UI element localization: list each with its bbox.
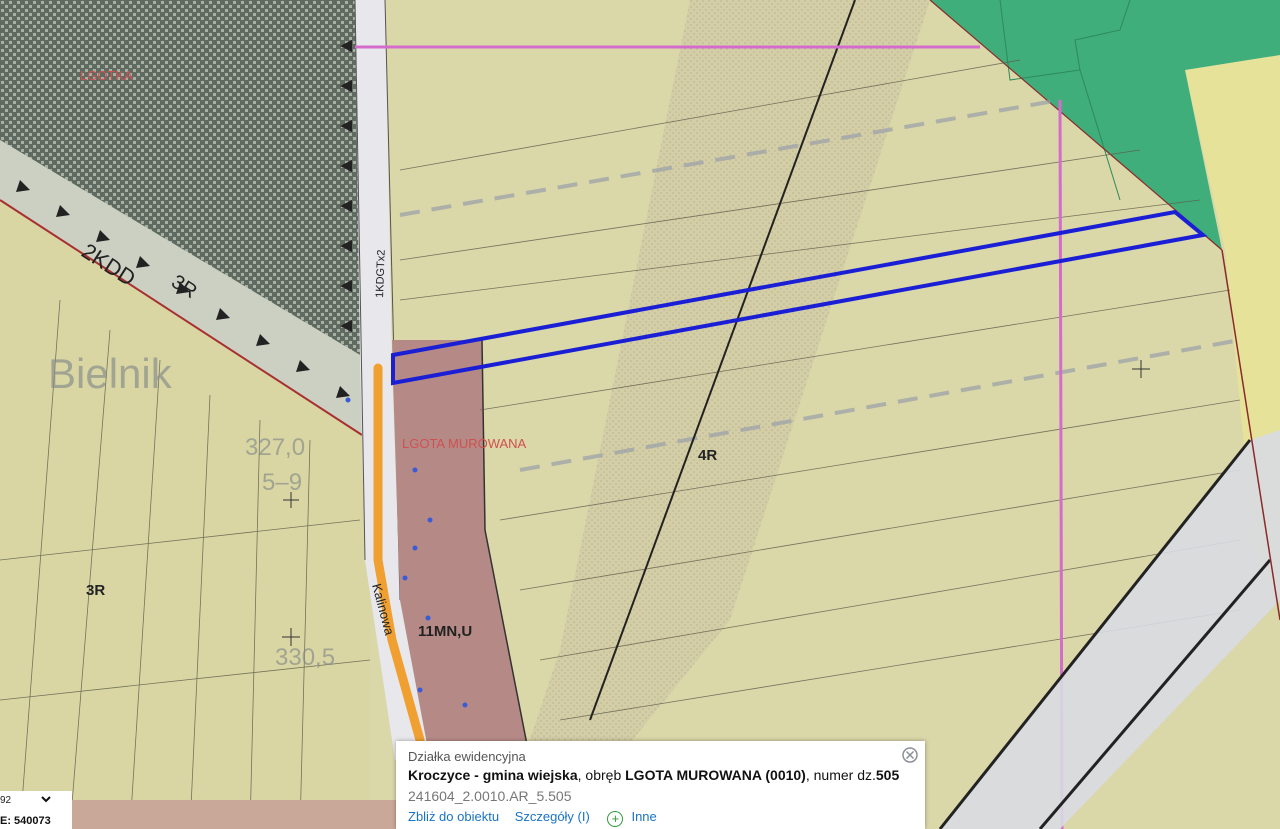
label-lgota-murowana: LGOTA MUROWANA — [402, 436, 527, 451]
precinct-prefix: , obręb — [577, 767, 626, 783]
precinct-name: LGOTA MUROWANA (0010) — [625, 767, 806, 783]
parcel-info-popup: Działka ewidencyjna Kroczyce - gmina wie… — [396, 741, 925, 829]
label-lgotka: LGOTKA — [80, 68, 133, 83]
parcel-description: Kroczyce - gmina wiejska, obręb LGOTA MU… — [408, 767, 899, 783]
details-link[interactable]: Szczegóły (I) — [515, 809, 590, 824]
parcel-number: 505 — [875, 767, 900, 783]
crs-select[interactable]: 92 — [0, 795, 11, 806]
label-3r-left: 3R — [86, 582, 105, 599]
label-5-9: 5–9 — [262, 469, 302, 496]
other-link[interactable]: Inne — [631, 809, 656, 824]
parcel-code: 241604_2.0010.AR_5.505 — [408, 788, 572, 804]
coordinate-readout: E: 540073 — [0, 815, 51, 827]
popup-actions: Zbliż do obiektu Szczegóły (I) + Inne — [408, 809, 657, 827]
label-elev-327: 327,0 — [245, 434, 305, 461]
popup-title: Działka ewidencyjna — [408, 749, 526, 764]
municipality-name: Kroczyce - gmina wiejska — [408, 767, 578, 783]
label-bielnik: Bielnik — [48, 350, 173, 397]
label-elev-330: 330,5 — [275, 644, 335, 671]
close-icon[interactable] — [901, 746, 919, 764]
label-11mnu: 11MN,U — [418, 623, 472, 640]
label-1kdgtx2: 1KDGTx2 — [374, 249, 388, 298]
plus-icon[interactable]: + — [607, 811, 624, 827]
number-prefix: , numer dz. — [805, 767, 876, 783]
chevron-down-icon[interactable] — [40, 794, 52, 804]
coordinate-panel: 92 E: 540073 — [0, 791, 72, 829]
zoom-to-object-link[interactable]: Zbliż do obiektu — [408, 809, 499, 824]
label-4r: 4R — [698, 447, 717, 464]
map-canvas[interactable]: LGOTKA 2KDD 3R Bielnik 327,0 5–9 LGOTA M… — [0, 0, 1280, 829]
